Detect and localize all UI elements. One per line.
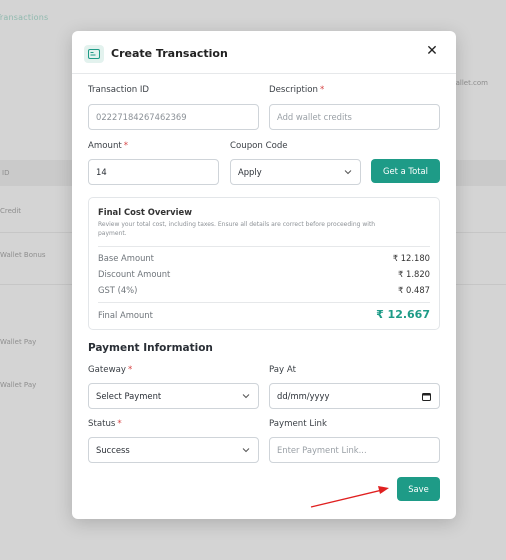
- cost-overview-title: Final Cost Overview: [98, 207, 192, 217]
- gst-value: ₹ 0.487: [398, 285, 430, 295]
- discount-amount-label: Discount Amount: [98, 269, 171, 279]
- background-row: Wallet Pay: [0, 338, 37, 346]
- payment-link-label: Payment Link: [269, 419, 327, 429]
- amount-field[interactable]: 14: [88, 159, 219, 185]
- final-amount-value: ₹ 12.667: [376, 308, 430, 321]
- amount-label: Amount *: [88, 141, 129, 151]
- gst-label: GST (4%): [98, 285, 138, 295]
- background-header-cell: ID: [2, 169, 10, 177]
- pay-at-date-input[interactable]: dd/mm/yyyy: [269, 383, 440, 409]
- gateway-label: Gateway *: [88, 365, 133, 375]
- background-row: Wallet Pay: [0, 381, 37, 389]
- transaction-id-field[interactable]: 02227184267462369: [88, 104, 259, 130]
- status-selected: Success: [96, 445, 130, 455]
- payment-link-field[interactable]: Enter Payment Link...: [269, 437, 440, 463]
- cost-overview-card: Final Cost Overview Review your total co…: [88, 197, 440, 330]
- base-amount-value: ₹ 12.180: [392, 253, 430, 263]
- calendar-icon[interactable]: [422, 392, 431, 401]
- get-total-button[interactable]: Get a Total: [371, 159, 440, 183]
- divider: [98, 246, 430, 247]
- coupon-code-label: Coupon Code: [230, 141, 288, 151]
- transaction-id-label: Transaction ID: [88, 85, 150, 95]
- background-row: Wallet Bonus: [0, 251, 46, 259]
- description-field[interactable]: Add wallet credits: [269, 104, 440, 130]
- modal-title: Create Transaction: [111, 47, 228, 60]
- save-button[interactable]: Save: [397, 477, 440, 501]
- final-amount-label: Final Amount: [98, 310, 153, 320]
- discount-amount-value: ₹ 1.820: [398, 269, 430, 279]
- coupon-code-select[interactable]: Apply: [230, 159, 361, 185]
- chevron-down-icon: [242, 448, 250, 453]
- status-label: Status *: [88, 419, 122, 429]
- divider: [98, 302, 430, 303]
- chevron-down-icon: [344, 170, 352, 175]
- description-label: Description *: [269, 85, 325, 95]
- pay-at-label: Pay At: [269, 365, 296, 375]
- gateway-select[interactable]: Select Payment: [88, 383, 259, 409]
- status-select[interactable]: Success: [88, 437, 259, 463]
- background-breadcrumb: Transactions: [0, 13, 49, 22]
- payment-section-title: Payment Information: [88, 342, 213, 354]
- base-amount-label: Base Amount: [98, 253, 154, 263]
- modal-header: Create Transaction ✕: [72, 31, 456, 74]
- gateway-selected: Select Payment: [96, 391, 162, 401]
- wallet-icon: [84, 45, 104, 63]
- background-row: Credit: [0, 207, 22, 215]
- chevron-down-icon: [242, 394, 250, 399]
- pay-at-placeholder: dd/mm/yyyy: [277, 391, 330, 401]
- coupon-code-selected: Apply: [238, 167, 262, 177]
- create-transaction-modal: Create Transaction ✕ Transaction ID 0222…: [72, 31, 456, 519]
- close-icon[interactable]: ✕: [425, 44, 439, 58]
- cost-overview-description: Review your total cost, including taxes.…: [98, 221, 376, 237]
